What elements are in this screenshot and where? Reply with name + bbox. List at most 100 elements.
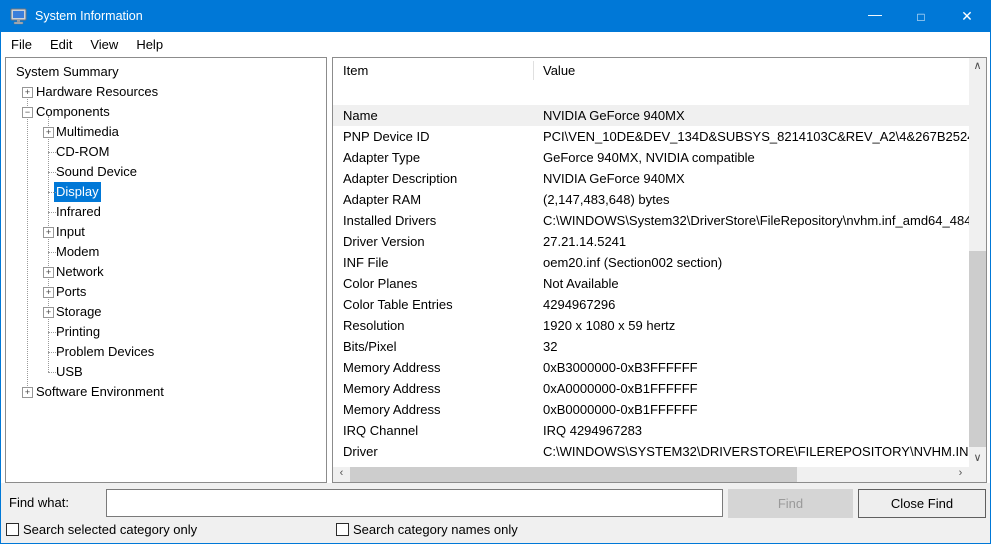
search-category-names-checkbox[interactable] xyxy=(336,523,349,536)
menu-help[interactable]: Help xyxy=(127,34,172,55)
table-row[interactable]: DriverC:\WINDOWS\SYSTEM32\DRIVERSTORE\FI… xyxy=(333,441,969,462)
tree-item-label: Sound Device xyxy=(54,162,139,182)
find-input[interactable] xyxy=(106,489,723,517)
tree-item-cd-rom[interactable]: CD-ROM xyxy=(6,142,326,162)
table-row[interactable] xyxy=(333,84,969,105)
titlebar: System Information — □ ✕ xyxy=(1,1,990,32)
details-panel: Item Value Name NVIDIA GeForce 940MXPNP D… xyxy=(332,57,987,483)
tree-item-label: USB xyxy=(54,362,85,382)
horizontal-scrollbar[interactable]: ‹ › xyxy=(333,467,969,482)
table-row[interactable]: INF Fileoem20.inf (Section002 section) xyxy=(333,252,969,273)
tree-item-software-environment[interactable]: +Software Environment xyxy=(6,382,326,402)
row-item: Name xyxy=(343,105,378,126)
row-item: Adapter Description xyxy=(343,168,457,189)
close-icon: ✕ xyxy=(961,8,973,25)
table-row[interactable]: Adapter DescriptionNVIDIA GeForce 940MX xyxy=(333,168,969,189)
row-value: GeForce 940MX, NVIDIA compatible xyxy=(543,147,969,168)
tree-item-label: Storage xyxy=(54,302,104,322)
row-value: C:\WINDOWS\SYSTEM32\DRIVERSTORE\FILEREPO… xyxy=(543,441,969,462)
tree-connector-line xyxy=(27,92,28,392)
table-row[interactable]: Bits/Pixel32 xyxy=(333,336,969,357)
tree-item-multimedia[interactable]: +Multimedia xyxy=(6,122,326,142)
table-row[interactable]: Memory Address0xB0000000-0xB1FFFFFF xyxy=(333,399,969,420)
table-row[interactable]: Color Table Entries4294967296 xyxy=(333,294,969,315)
tree-leaf-connector xyxy=(48,372,56,373)
menu-bar: File Edit View Help xyxy=(2,32,989,57)
tree-item-system-summary[interactable]: System Summary xyxy=(6,62,326,82)
row-value: NVIDIA GeForce 940MX xyxy=(543,105,969,126)
menu-view[interactable]: View xyxy=(81,34,127,55)
table-row[interactable]: Resolution1920 x 1080 x 59 hertz xyxy=(333,315,969,336)
tree-item-label: Display xyxy=(54,182,101,202)
expand-plus-icon[interactable]: + xyxy=(43,307,54,318)
tree-item-storage[interactable]: +Storage xyxy=(6,302,326,322)
tree-item-display[interactable]: Display xyxy=(6,182,326,202)
expand-plus-icon[interactable]: + xyxy=(43,227,54,238)
expand-plus-icon[interactable]: + xyxy=(43,127,54,138)
close-button[interactable]: ✕ xyxy=(944,1,990,32)
table-row[interactable]: Memory Address0xB3000000-0xB3FFFFFF xyxy=(333,357,969,378)
tree-item-problem-devices[interactable]: Problem Devices xyxy=(6,342,326,362)
scroll-up-icon[interactable]: ∧ xyxy=(969,58,986,75)
table-row[interactable]: Adapter RAM(2,147,483,648) bytes xyxy=(333,189,969,210)
tree-item-infrared[interactable]: Infrared xyxy=(6,202,326,222)
scroll-down-icon[interactable]: ∨ xyxy=(969,450,986,467)
table-row[interactable]: PNP Device IDPCI\VEN_10DE&DEV_134D&SUBSY… xyxy=(333,126,969,147)
search-category-names-label: Search category names only xyxy=(353,522,518,537)
scroll-right-icon[interactable]: › xyxy=(952,466,969,483)
table-row[interactable]: Color PlanesNot Available xyxy=(333,273,969,294)
minimize-button[interactable]: — xyxy=(852,1,898,32)
row-value: PCI\VEN_10DE&DEV_134D&SUBSYS_8214103C&RE… xyxy=(543,126,969,147)
row-value: 32 xyxy=(543,336,969,357)
tree-item-network[interactable]: +Network xyxy=(6,262,326,282)
column-header-value[interactable]: Value xyxy=(543,63,575,78)
expand-plus-icon[interactable]: + xyxy=(22,387,33,398)
tree-item-modem[interactable]: Modem xyxy=(6,242,326,262)
column-divider[interactable] xyxy=(533,61,534,80)
tree-item-ports[interactable]: +Ports xyxy=(6,282,326,302)
system-information-icon xyxy=(10,8,28,25)
table-row[interactable]: IRQ ChannelIRQ 4294967283 xyxy=(333,420,969,441)
row-value: oem20.inf (Section002 section) xyxy=(543,252,969,273)
tree-item-input[interactable]: +Input xyxy=(6,222,326,242)
tree-item-printing[interactable]: Printing xyxy=(6,322,326,342)
tree-item-label: Hardware Resources xyxy=(34,82,160,102)
tree-item-label: Printing xyxy=(54,322,102,342)
horizontal-scroll-thumb[interactable] xyxy=(350,467,797,482)
scrollbar-corner xyxy=(969,467,986,482)
table-row[interactable]: Installed DriversC:\WINDOWS\System32\Dri… xyxy=(333,210,969,231)
menu-file[interactable]: File xyxy=(2,34,41,55)
row-item: Driver Version xyxy=(343,231,425,252)
tree-item-hardware-resources[interactable]: +Hardware Resources xyxy=(6,82,326,102)
tree-leaf-connector xyxy=(48,192,56,193)
collapse-minus-icon[interactable]: − xyxy=(22,107,33,118)
tree-item-sound-device[interactable]: Sound Device xyxy=(6,162,326,182)
find-button[interactable]: Find xyxy=(728,489,853,518)
row-value: 0xB0000000-0xB1FFFFFF xyxy=(543,399,969,420)
search-selected-category-checkbox[interactable] xyxy=(6,523,19,536)
tree-connector-line xyxy=(48,116,49,372)
menu-edit[interactable]: Edit xyxy=(41,34,81,55)
expand-plus-icon[interactable]: + xyxy=(43,267,54,278)
scroll-left-icon[interactable]: ‹ xyxy=(333,466,350,483)
row-item: IRQ Channel xyxy=(343,420,418,441)
expand-plus-icon[interactable]: + xyxy=(43,287,54,298)
row-value: 1920 x 1080 x 59 hertz xyxy=(543,315,969,336)
table-row[interactable]: Memory Address0xA0000000-0xB1FFFFFF xyxy=(333,378,969,399)
close-find-button[interactable]: Close Find xyxy=(858,489,986,518)
expand-plus-icon[interactable]: + xyxy=(22,87,33,98)
table-row[interactable]: Name NVIDIA GeForce 940MX xyxy=(333,105,969,126)
vertical-scrollbar[interactable]: ∧ ∨ xyxy=(969,58,986,467)
tree-item-label: CD-ROM xyxy=(54,142,111,162)
table-row[interactable]: Driver Version27.21.14.5241 xyxy=(333,231,969,252)
tree-item-label: Ports xyxy=(54,282,88,302)
system-information-window: System Information — □ ✕ File Edit View … xyxy=(0,0,991,544)
vertical-scroll-thumb[interactable] xyxy=(969,251,986,447)
tree-item-components[interactable]: −Components xyxy=(6,102,326,122)
row-item: Installed Drivers xyxy=(343,210,436,231)
tree-item-usb[interactable]: USB xyxy=(6,362,326,382)
tree-leaf-connector xyxy=(48,352,56,353)
table-row[interactable]: Adapter TypeGeForce 940MX, NVIDIA compat… xyxy=(333,147,969,168)
column-header-item[interactable]: Item xyxy=(343,63,368,78)
maximize-button[interactable]: □ xyxy=(898,1,944,32)
